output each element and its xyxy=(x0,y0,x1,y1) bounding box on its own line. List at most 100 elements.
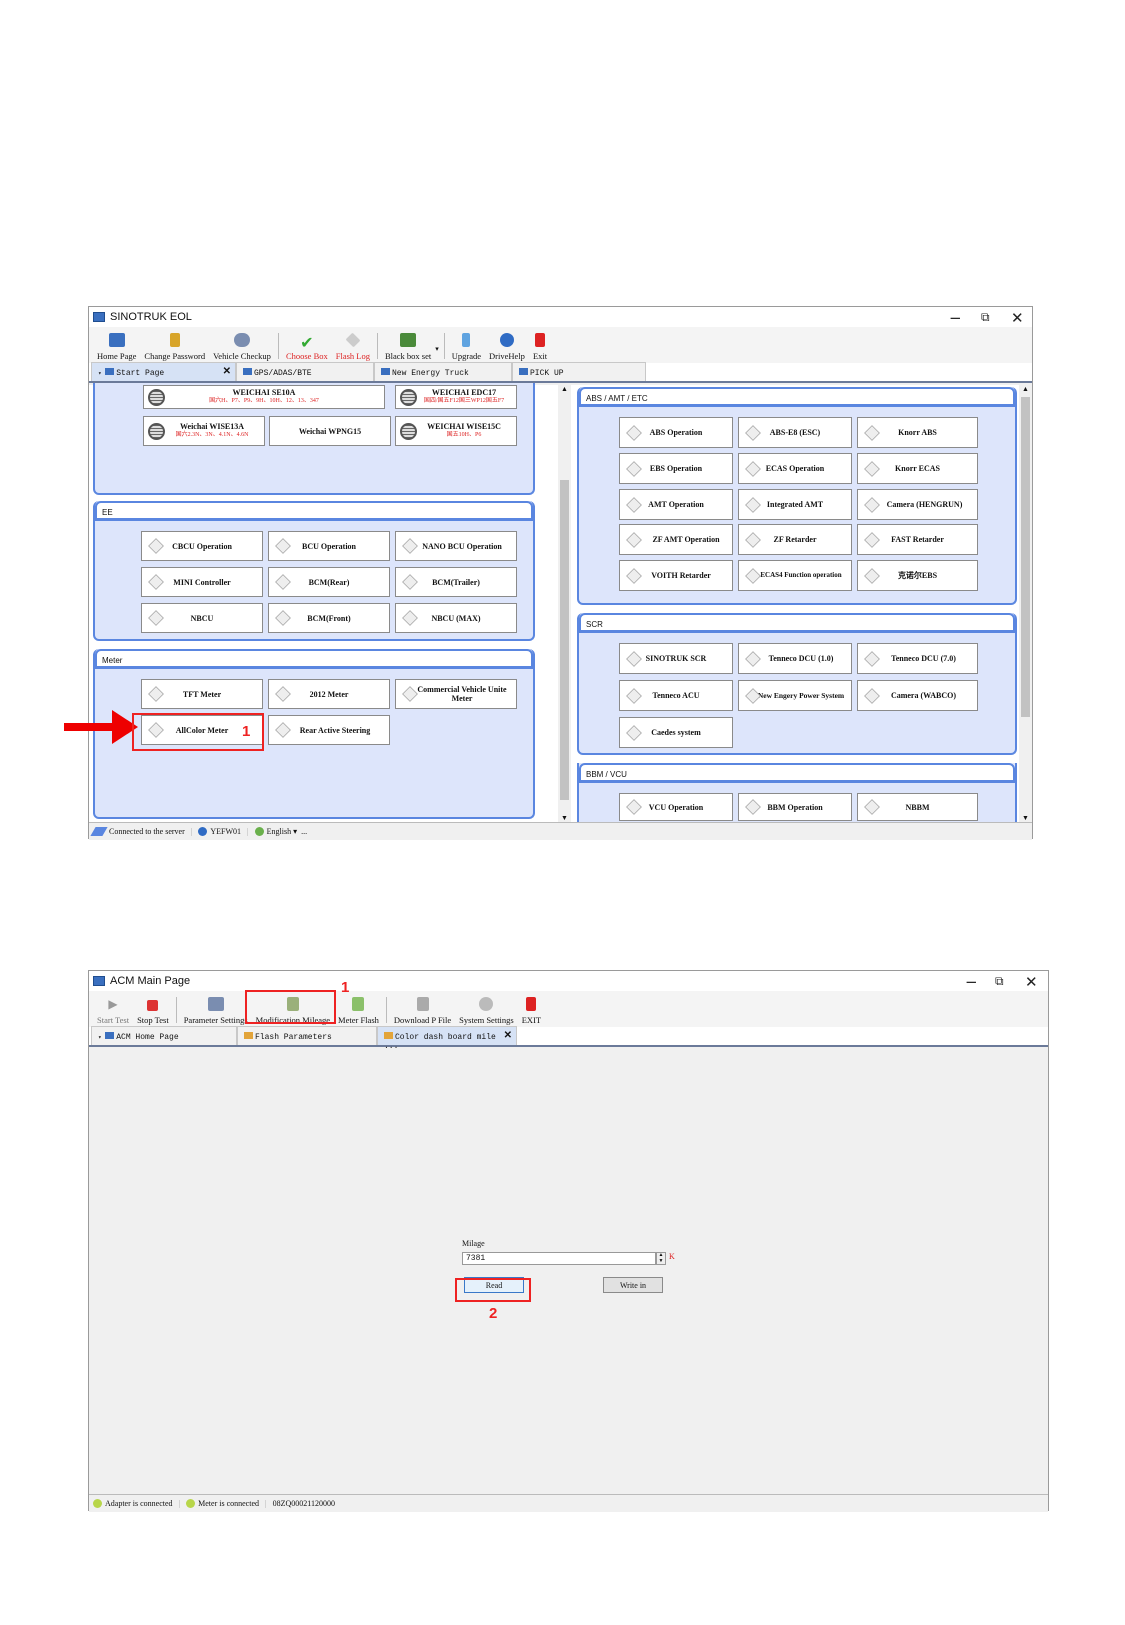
diamond-icon xyxy=(624,462,642,476)
scroll-up-icon[interactable]: ▲ xyxy=(1019,385,1032,393)
knorr-ebs-button[interactable]: 克诺尔EBS xyxy=(857,560,978,591)
vcu-operation-button[interactable]: VCU Operation xyxy=(619,793,733,821)
sinotruk-scr-button[interactable]: SINOTRUK SCR xyxy=(619,643,733,674)
milage-stepper[interactable]: ▲ ▼ xyxy=(656,1252,666,1265)
restore-button[interactable]: ⧉ xyxy=(995,974,1004,989)
close-tab-icon[interactable]: ✕ xyxy=(504,1030,512,1041)
nbcu-button[interactable]: NBCU xyxy=(141,603,263,633)
diamond-icon xyxy=(273,611,291,625)
close-button[interactable]: ✕ xyxy=(1011,309,1024,327)
tenneco-dcu-7-button[interactable]: Tenneco DCU (7.0) xyxy=(857,643,978,674)
tab-acm-home-page[interactable]: ▾ ACM Home Page xyxy=(91,1026,237,1045)
bcm-front-button[interactable]: BCM(Front) xyxy=(268,603,390,633)
scroll-up-icon[interactable]: ▲ xyxy=(558,385,571,393)
toolbar-separator xyxy=(376,333,378,359)
bbm-operation-button[interactable]: BBM Operation xyxy=(738,793,852,821)
close-button[interactable]: ✕ xyxy=(1025,973,1038,991)
minimize-button[interactable]: − xyxy=(965,973,978,991)
window-title: ACM Main Page xyxy=(110,975,191,987)
bcm-rear-button[interactable]: BCM(Rear) xyxy=(268,567,390,597)
meter-flash-button[interactable]: Meter Flash xyxy=(334,993,383,1027)
camera-hengrun-button[interactable]: Camera (HENGRUN) xyxy=(857,489,978,520)
choose-box-button[interactable]: ✔ Choose Box xyxy=(282,329,332,363)
diamond-icon xyxy=(624,652,642,666)
abs-e8-esc-button[interactable]: ABS-E8 (ESC) xyxy=(738,417,852,448)
ecas4-function-operation-button[interactable]: ECAS4 Function operation xyxy=(738,560,852,591)
minimize-button[interactable]: − xyxy=(949,309,962,327)
diamond-icon xyxy=(862,426,880,440)
zf-retarder-button[interactable]: ZF Retarder xyxy=(738,524,852,555)
rear-active-steering-button[interactable]: Rear Active Steering xyxy=(268,715,390,745)
write-in-button[interactable]: Write in xyxy=(603,1277,663,1293)
language-select[interactable]: English ▾ xyxy=(267,827,297,836)
drivehelp-button[interactable]: DriveHelp xyxy=(485,329,529,363)
left-scrollbar[interactable]: ▲ ▼ xyxy=(558,385,571,822)
weichai-wise15c-button[interactable]: WEICHAI WISE15C 国五10H、P6 xyxy=(395,416,517,446)
voith-retarder-button[interactable]: VOITH Retarder xyxy=(619,560,733,591)
close-tab-icon[interactable]: ✕ xyxy=(223,366,231,377)
change-password-button[interactable]: Change Password xyxy=(140,329,209,363)
scroll-down-icon[interactable]: ▼ xyxy=(1019,814,1032,822)
home-icon xyxy=(108,333,125,347)
tenneco-acu-button[interactable]: Tenneco ACU xyxy=(619,680,733,711)
parameter-settings-button[interactable]: Parameter Settings xyxy=(180,993,252,1027)
2012-meter-button[interactable]: 2012 Meter xyxy=(268,679,390,709)
knorr-abs-button[interactable]: Knorr ABS xyxy=(857,417,978,448)
zf-amt-operation-button[interactable]: ZF AMT Operation xyxy=(619,524,733,555)
restore-button[interactable]: ⧉ xyxy=(981,310,990,325)
caedes-system-button[interactable]: Caedes system xyxy=(619,717,733,748)
flash-log-button[interactable]: Flash Log xyxy=(332,329,374,363)
tab-start-page[interactable]: ▾ Start Page ✕ xyxy=(91,362,236,381)
camera-wabco-button[interactable]: Camera (WABCO) xyxy=(857,680,978,711)
weichai-edc17-button[interactable]: WEICHAI EDC17 国四/国五F12国三WP12国五F7 xyxy=(395,385,517,409)
tab-color-dash-board-mile[interactable]: Color dash board mile ... ✕ xyxy=(377,1026,517,1051)
milage-input[interactable]: 7381 xyxy=(462,1252,656,1265)
black-box-set-button[interactable]: Black box set xyxy=(381,329,435,363)
tab-flash-parameters[interactable]: Flash Parameters xyxy=(237,1026,377,1045)
tenneco-dcu-1-button[interactable]: Tenneco DCU (1.0) xyxy=(738,643,852,674)
diamond-icon xyxy=(862,533,880,547)
stop-test-button[interactable]: Stop Test xyxy=(133,993,173,1027)
diamond-icon xyxy=(624,800,642,814)
tft-meter-button[interactable]: TFT Meter xyxy=(141,679,263,709)
dropdown-arrow[interactable]: ▾ xyxy=(435,329,441,363)
system-settings-button[interactable]: System Settings xyxy=(455,993,518,1027)
ecas-operation-button[interactable]: ECAS Operation xyxy=(738,453,852,484)
nbcu-max-button[interactable]: NBCU (MAX) xyxy=(395,603,517,633)
scroll-down-icon[interactable]: ▼ xyxy=(558,814,571,822)
ee-header: EE xyxy=(95,501,533,521)
ee-panel: EE CBCU Operation BCU Operation NANO BCU… xyxy=(93,501,535,641)
right-scrollbar[interactable]: ▲ ▼ xyxy=(1019,385,1032,822)
home-page-button[interactable]: Home Page xyxy=(93,329,140,363)
nano-bcu-operation-button[interactable]: NANO BCU Operation xyxy=(395,531,517,561)
weichai-se10a-button[interactable]: WEICHAI SE10A 国六H、P7、P9、9H、10H、12、13、347 xyxy=(143,385,385,409)
download-p-file-button[interactable]: Download P File xyxy=(390,993,455,1027)
new-engery-power-system-button[interactable]: New Engery Power System xyxy=(738,680,852,711)
amt-operation-button[interactable]: AMT Operation xyxy=(619,489,733,520)
page-icon xyxy=(244,1032,253,1039)
main-toolbar: Home Page Change Password Vehicle Checku… xyxy=(89,327,1032,363)
mini-controller-button[interactable]: MINI Controller xyxy=(141,567,263,597)
tab-pick-up[interactable]: PICK UP xyxy=(512,362,646,381)
upgrade-button[interactable]: Upgrade xyxy=(448,329,485,363)
ebs-operation-button[interactable]: EBS Operation xyxy=(619,453,733,484)
integrated-amt-button[interactable]: Integrated AMT xyxy=(738,489,852,520)
cbcu-operation-button[interactable]: CBCU Operation xyxy=(141,531,263,561)
exit-button[interactable]: Exit xyxy=(529,329,551,363)
scroll-thumb[interactable] xyxy=(1021,397,1030,717)
abs-operation-button[interactable]: ABS Operation xyxy=(619,417,733,448)
start-test-button[interactable]: ▶ Start Test xyxy=(93,993,133,1027)
tab-new-energy-truck[interactable]: New Energy Truck xyxy=(374,362,512,381)
exit-button[interactable]: EXIT xyxy=(518,993,545,1027)
tab-gps-adas-bte[interactable]: GPS/ADAS/BTE xyxy=(236,362,374,381)
bcm-trailer-button[interactable]: BCM(Trailer) xyxy=(395,567,517,597)
weichai-wpng15-button[interactable]: Weichai WPNG15 xyxy=(269,416,391,446)
fast-retarder-button[interactable]: FAST Retarder xyxy=(857,524,978,555)
scroll-thumb[interactable] xyxy=(560,480,569,800)
vehicle-checkup-button[interactable]: Vehicle Checkup xyxy=(209,329,275,363)
nbbm-button[interactable]: NBBM xyxy=(857,793,978,821)
weichai-wise13a-button[interactable]: Weichai WISE13A 国六2.3N、3N、4.1N、4.6N xyxy=(143,416,265,446)
commercial-vehicle-unite-meter-button[interactable]: Commercial Vehicle Unite Meter xyxy=(395,679,517,709)
bcu-operation-button[interactable]: BCU Operation xyxy=(268,531,390,561)
knorr-ecas-button[interactable]: Knorr ECAS xyxy=(857,453,978,484)
